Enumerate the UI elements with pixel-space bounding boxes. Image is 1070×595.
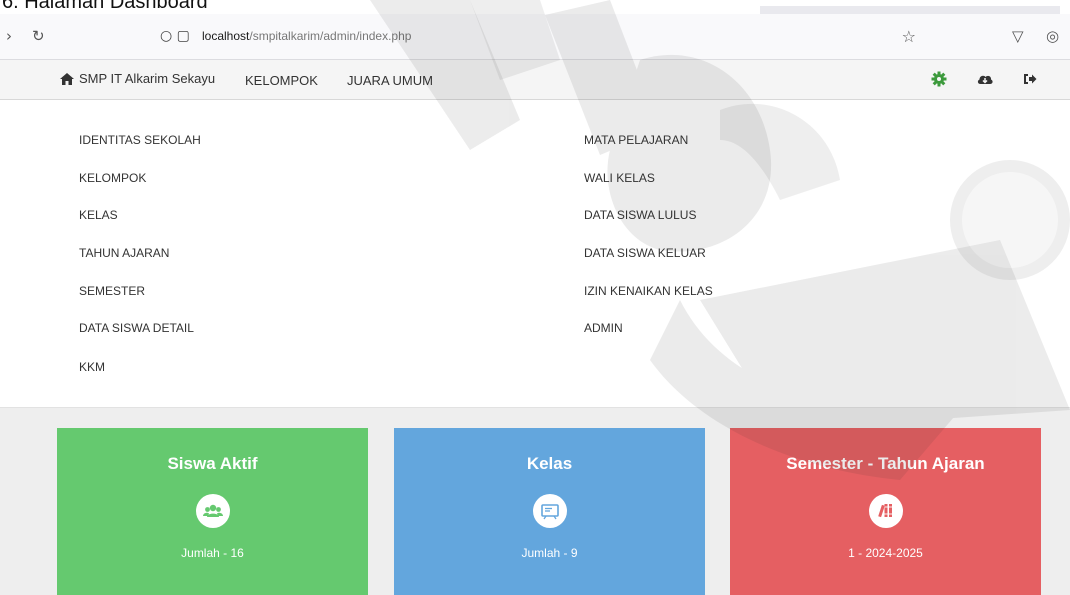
menu-item-wali-kelas[interactable]: WALI KELAS [584, 171, 655, 185]
dashboard-panel: Siswa Aktif Jumlah - 16 Kelas Jumlah - 9… [0, 407, 1070, 595]
menu-item-kkm[interactable]: KKM [79, 360, 105, 374]
menu-item-mata-pelajaran[interactable]: MATA PELAJARAN [584, 133, 688, 147]
menu-item-izin-kenaikan-kelas[interactable]: IZIN KENAIKAN KELAS [584, 284, 713, 298]
browser-toolbar: › ↻ ○ ▢ localhost/smpitalkarim/admin/ind… [0, 14, 1070, 60]
menu-item-kelompok[interactable]: KELOMPOK [79, 171, 146, 185]
card-subtitle: Jumlah - 9 [521, 546, 578, 560]
screenshot-root: 6. Halaman Dashboard › ↻ ○ ▢ localhost/s… [0, 0, 1070, 595]
nav-link-juara-umum[interactable]: JUARA UMUM [347, 73, 433, 88]
address-bar[interactable]: ○ ▢ localhost/smpitalkarim/admin/index.p… [150, 22, 920, 52]
gear-icon[interactable] [930, 70, 948, 88]
menu-item-data-siswa-keluar[interactable]: DATA SISWA KELUAR [584, 246, 706, 260]
menu-item-kelas[interactable]: KELAS [79, 208, 118, 222]
card-subtitle: Jumlah - 16 [181, 546, 244, 560]
brand-label: SMP IT Alkarim Sekayu [79, 71, 216, 86]
cloud-download-icon[interactable] [976, 70, 994, 88]
caption-text: 6. Halaman Dashboard [2, 0, 208, 13]
class-icon [532, 494, 567, 528]
forward-icon[interactable]: › [6, 27, 12, 45]
reload-icon[interactable]: ↻ [32, 27, 45, 45]
menu-item-data-siswa-detail[interactable]: DATA SISWA DETAIL [79, 321, 194, 335]
users-icon [195, 494, 230, 528]
card-title: Siswa Aktif [167, 454, 258, 473]
menu-item-data-siswa-lulus[interactable]: DATA SISWA LULUS [584, 208, 696, 222]
books-icon [868, 494, 903, 528]
bookmark-star-icon[interactable]: ☆ [902, 27, 916, 46]
browser-tab-strip [760, 6, 1060, 14]
menu-item-identitas-sekolah[interactable]: IDENTITAS SEKOLAH [79, 133, 201, 147]
app-navbar: SMP IT Alkarim Sekayu KELOMPOK JUARA UMU… [0, 60, 1070, 100]
sign-out-icon[interactable] [1021, 70, 1039, 88]
url-path: /smpitalkarim/admin/index.php [249, 29, 412, 43]
menu-item-semester[interactable]: SEMESTER [79, 284, 145, 298]
card-kelas[interactable]: Kelas Jumlah - 9 [394, 428, 705, 595]
home-icon [60, 72, 74, 85]
nav-link-kelompok[interactable]: KELOMPOK [245, 73, 318, 88]
document-caption: 6. Halaman Dashboard [0, 0, 1070, 14]
card-title: Kelas [526, 454, 573, 473]
card-semester-tahun-ajaran[interactable]: Semester - Tahun Ajaran 1 - 2024-2025 [730, 428, 1041, 595]
card-title: Semester - Tahun Ajaran [786, 454, 985, 473]
card-siswa-aktif[interactable]: Siswa Aktif Jumlah - 16 [57, 428, 368, 595]
address-text[interactable]: localhost/smpitalkarim/admin/index.php [202, 29, 411, 43]
site-info-icon[interactable]: ○ ▢ [160, 28, 190, 44]
pocket-icon[interactable]: ▽ [1012, 27, 1024, 45]
menu-item-admin[interactable]: ADMIN [584, 321, 623, 335]
account-icon[interactable]: ◎ [1046, 27, 1059, 45]
url-host: localhost [202, 29, 250, 43]
admin-menu: IDENTITAS SEKOLAH KELOMPOK KELAS TAHUN A… [0, 101, 1070, 407]
navbar-brand[interactable]: SMP IT Alkarim Sekayu [59, 71, 215, 86]
menu-item-tahun-ajaran[interactable]: TAHUN AJARAN [79, 246, 169, 260]
card-subtitle: 1 - 2024-2025 [848, 546, 923, 560]
